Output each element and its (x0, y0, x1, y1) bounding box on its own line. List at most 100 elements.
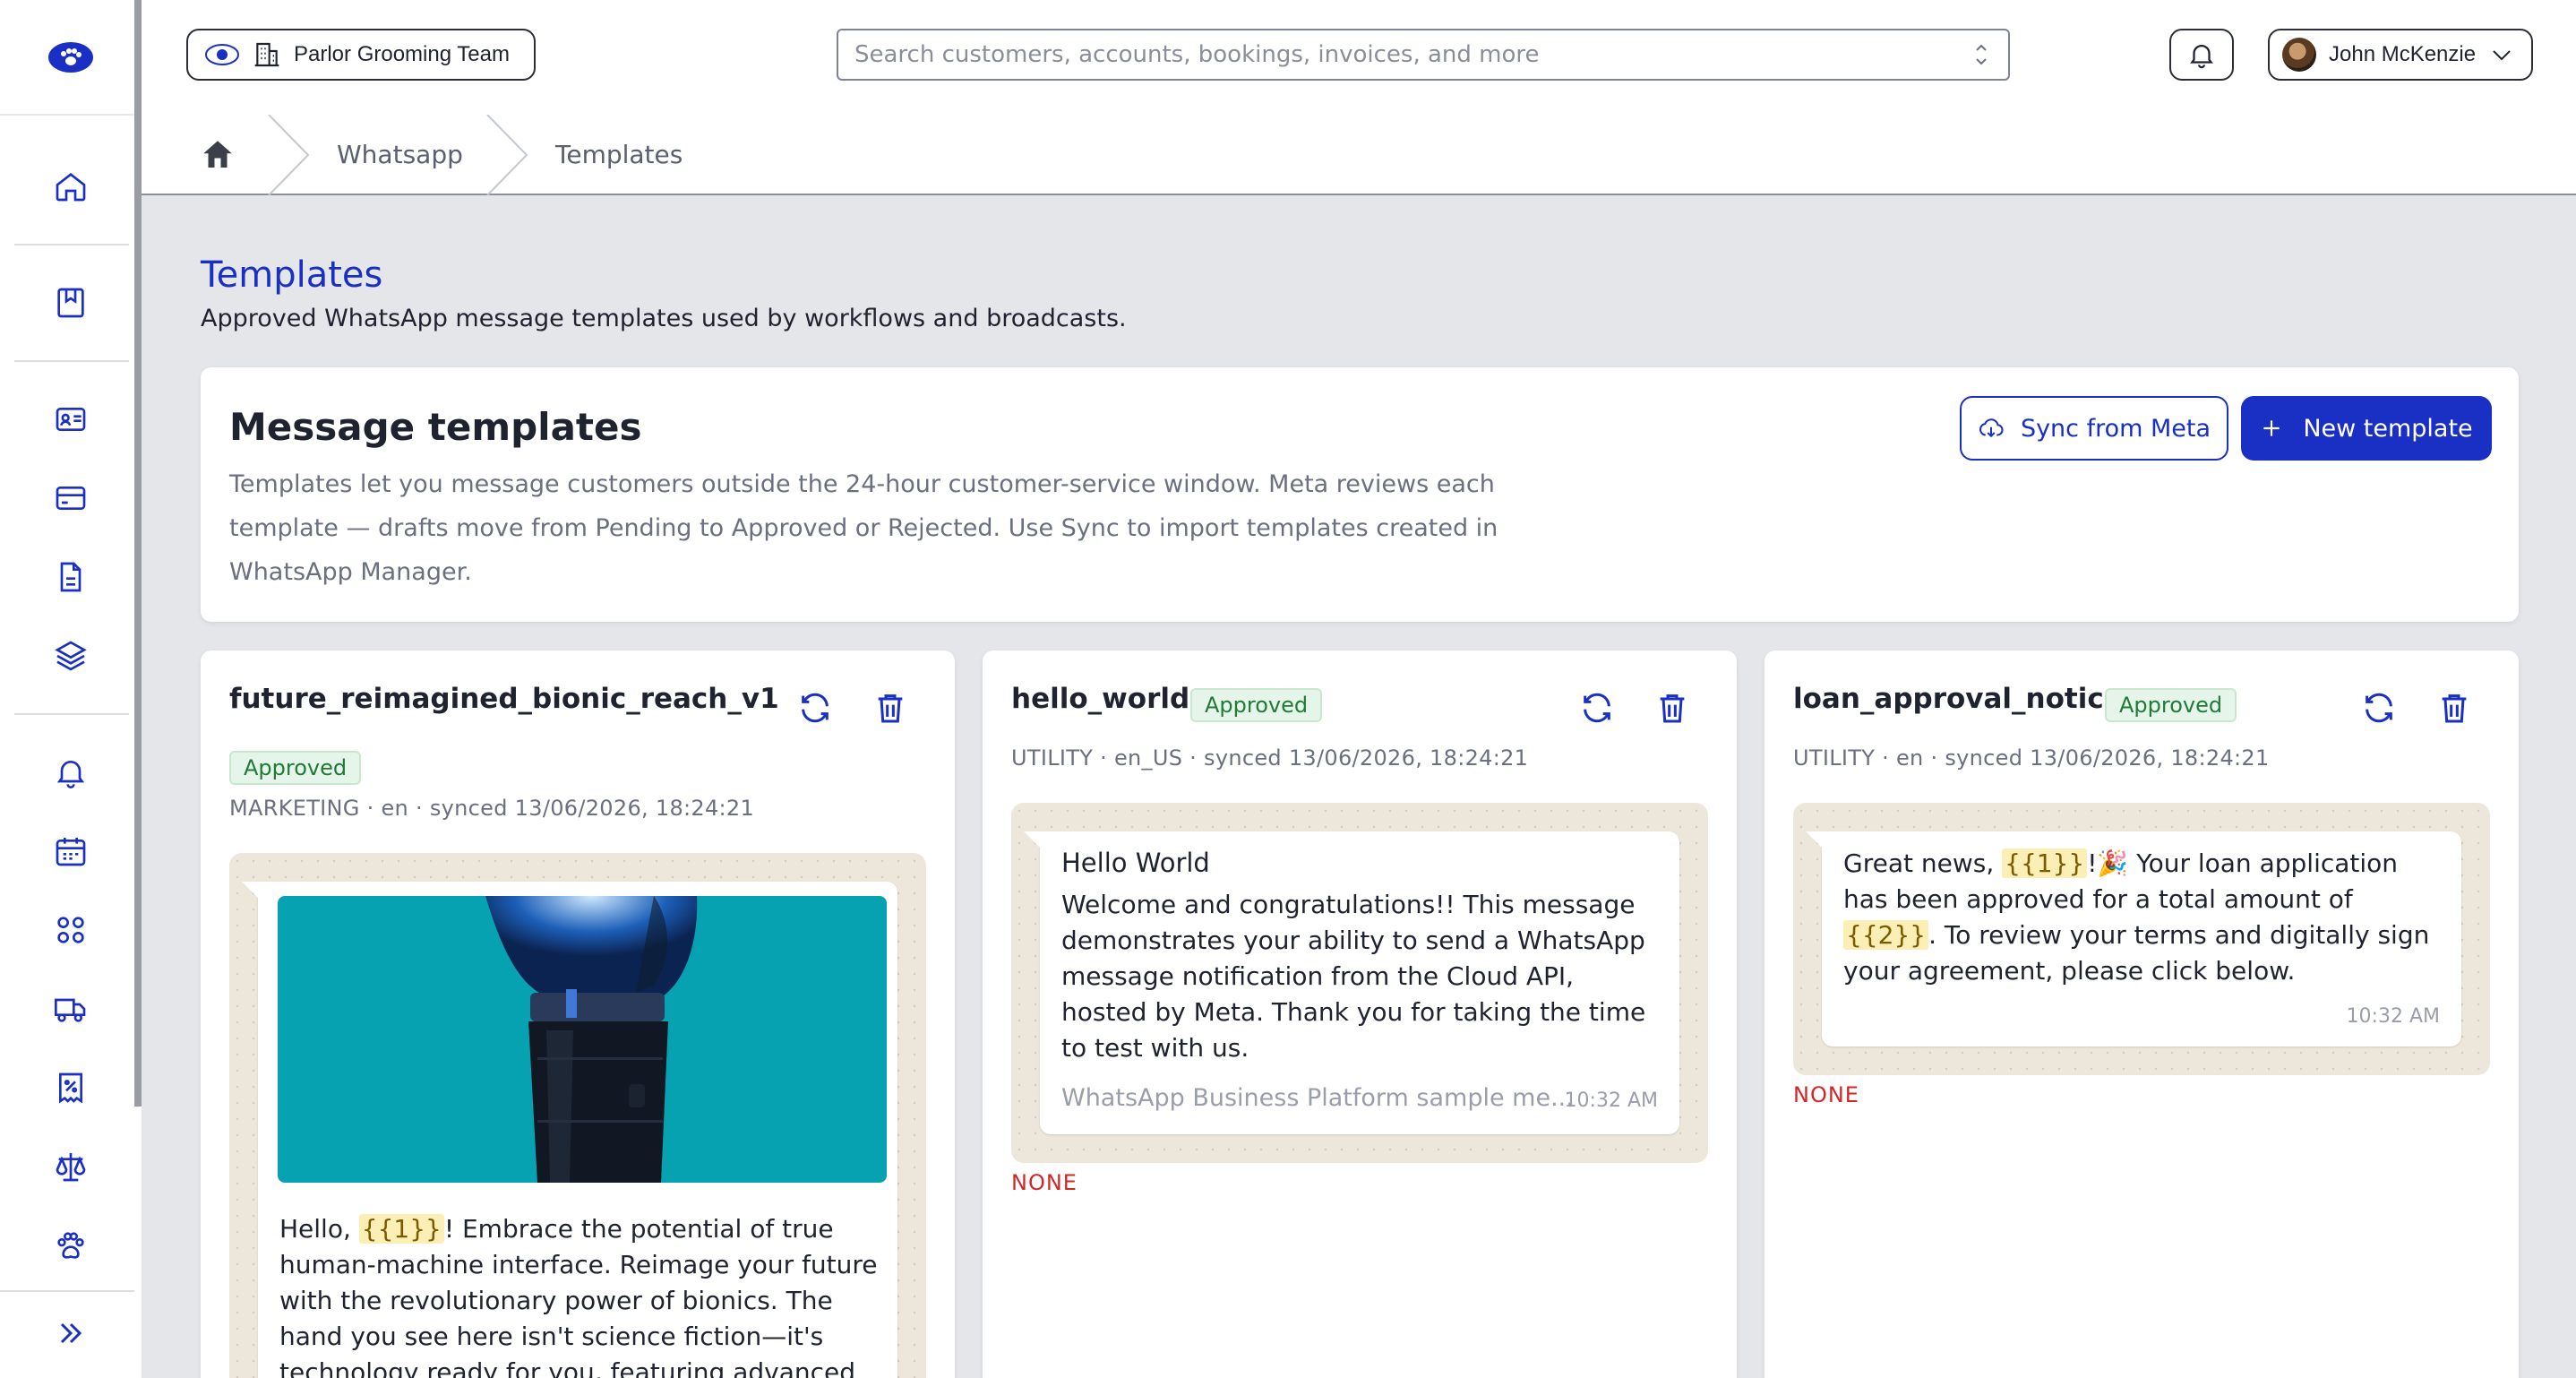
sidebar-header-divider (0, 114, 134, 116)
chat-preview: Hello World Welcome and congratulations!… (1011, 803, 1708, 1163)
body-text-a: Great news, (1843, 848, 2003, 878)
sidebar-divider (14, 244, 129, 245)
apps-grid-icon (57, 917, 84, 943)
body-text-pre: Hello, (279, 1214, 359, 1244)
refresh-icon[interactable] (2361, 690, 2397, 726)
message-time: 10:32 AM (2346, 1005, 2440, 1028)
message-bubble: Great news, {{1}} !🎉 Your loan applicatio… (1806, 831, 2461, 1046)
template-card: loan_approval_notice Approved UTILITY · … (1765, 650, 2519, 1378)
template-variable: {{1}} (2002, 848, 2088, 878)
breadcrumb-separator (486, 115, 528, 195)
chat-preview: Hello, {{1}}! Embrace the potential of t… (229, 853, 926, 1378)
trash-icon[interactable] (2436, 690, 2472, 726)
template-meta: MARKETING · en · synced 13/06/2026, 18:2… (229, 796, 755, 821)
notifications-button[interactable] (2169, 29, 2234, 81)
sidebar-footer-divider (0, 1290, 134, 1292)
sidebar-item-delivery[interactable] (49, 987, 92, 1030)
user-name: John McKenzie (2329, 42, 2477, 66)
message-bubble: Hello, {{1}}! Embrace the potential of t… (242, 882, 897, 1378)
sidebar (0, 0, 142, 1378)
team-name: Parlor Grooming Team (294, 42, 510, 66)
team-switcher[interactable]: Parlor Grooming Team (186, 29, 536, 81)
bubble-tail (1806, 831, 1822, 848)
id-card-icon (56, 408, 86, 431)
refresh-icon[interactable] (1579, 690, 1615, 726)
sidebar-item-contacts[interactable] (49, 398, 92, 441)
message-footer: WhatsApp Business Platform sample me... (1061, 1084, 1574, 1112)
breadcrumb: Whatsapp Templates (142, 115, 2576, 195)
sort-updown-icon (1976, 44, 1987, 65)
sidebar-item-payments[interactable] (49, 477, 92, 520)
sidebar-item-calendar[interactable] (49, 830, 92, 873)
bell-icon (2190, 45, 2213, 69)
template-name: future_reimagined_bionic_reach_v1 (229, 683, 779, 715)
home-icon[interactable] (199, 136, 236, 174)
message-body: Great news, {{1}} !🎉 Your loan applicatio… (1843, 846, 2443, 989)
discount-receipt-icon (59, 1072, 82, 1104)
avatar (2282, 38, 2316, 72)
trash-icon[interactable] (872, 690, 908, 726)
status-badge: Approved (2105, 688, 2237, 722)
breadcrumb-separator (268, 115, 310, 195)
bell-icon (56, 761, 85, 788)
plus-icon (2263, 420, 2280, 436)
paw-logo-icon[interactable] (47, 39, 95, 75)
home-icon (56, 172, 86, 202)
new-template-button[interactable]: New template (2241, 396, 2492, 461)
sync-label: Sync from Meta (2020, 414, 2211, 443)
template-name: loan_approval_notice (1793, 683, 2123, 715)
template-meta: UTILITY · en · synced 13/06/2026, 18:24:… (1793, 745, 2270, 771)
sidebar-divider (14, 360, 129, 362)
template-card: hello_world Approved UTILITY · en_US · s… (983, 650, 1737, 1378)
truck-icon (55, 998, 86, 1022)
template-meta: UTILITY · en_US · synced 13/06/2026, 18:… (1011, 745, 1529, 771)
buttons-none-label: NONE (1011, 1170, 1078, 1195)
sidebar-item-home[interactable] (49, 165, 92, 208)
sidebar-item-legal[interactable] (49, 1145, 92, 1188)
buttons-none-label: NONE (1793, 1082, 1859, 1107)
scale-icon (56, 1153, 86, 1182)
top-header: Parlor Grooming Team John McKenzie (142, 0, 2576, 115)
paw-icon (57, 1232, 84, 1259)
message-templates-panel: Message templates Templates let you mess… (201, 367, 2519, 622)
sidebar-item-documents[interactable] (49, 556, 92, 599)
sidebar-item-apps[interactable] (49, 909, 92, 952)
message-time: 10:32 AM (1564, 1089, 1658, 1112)
chat-preview: Great news, {{1}} !🎉 Your loan applicatio… (1793, 803, 2490, 1075)
sidebar-item-bookmarks[interactable] (49, 281, 92, 324)
trash-icon[interactable] (1654, 690, 1690, 726)
message-bubble: Hello World Welcome and congratulations!… (1024, 831, 1679, 1134)
sidebar-expand-button[interactable] (49, 1312, 92, 1355)
breadcrumb-item-templates[interactable]: Templates (555, 140, 683, 169)
sidebar-item-layers[interactable] (49, 634, 92, 677)
refresh-icon[interactable] (797, 690, 833, 726)
template-card: future_reimagined_bionic_reach_v1 Approv… (201, 650, 955, 1378)
body-text-c: . To review your terms and digitally sig… (1843, 920, 2430, 986)
cloud-download-icon (1979, 418, 2004, 438)
bookmark-icon (57, 288, 84, 318)
chevron-down-icon (2493, 50, 2511, 61)
bubble-tail (1024, 831, 1040, 848)
new-template-label: New template (2303, 414, 2473, 443)
global-search[interactable] (837, 29, 2010, 81)
breadcrumb-item-whatsapp[interactable]: Whatsapp (337, 140, 463, 169)
status-badge: Approved (1190, 688, 1323, 722)
message-body: Hello, {{1}}! Embrace the potential of t… (279, 1211, 880, 1378)
sidebar-divider (14, 713, 129, 715)
panel-title: Message templates (229, 405, 642, 449)
sidebar-item-notifications[interactable] (49, 751, 92, 794)
bionic-hand-image (485, 896, 698, 1183)
sidebar-scrollbar[interactable] (134, 0, 142, 1107)
building-icon (254, 42, 279, 67)
panel-description: Templates let you message customers outs… (229, 470, 1498, 586)
document-icon (60, 562, 82, 592)
bubble-tail (242, 882, 258, 898)
sidebar-item-discounts[interactable] (49, 1066, 92, 1109)
header-image (278, 896, 887, 1183)
search-input[interactable] (854, 41, 1971, 68)
template-name: hello_world (1011, 683, 1190, 715)
sync-from-meta-button[interactable]: Sync from Meta (1960, 396, 2228, 461)
user-menu[interactable]: John McKenzie (2268, 29, 2533, 81)
sidebar-item-pets[interactable] (49, 1224, 92, 1267)
status-badge: Approved (229, 751, 362, 785)
